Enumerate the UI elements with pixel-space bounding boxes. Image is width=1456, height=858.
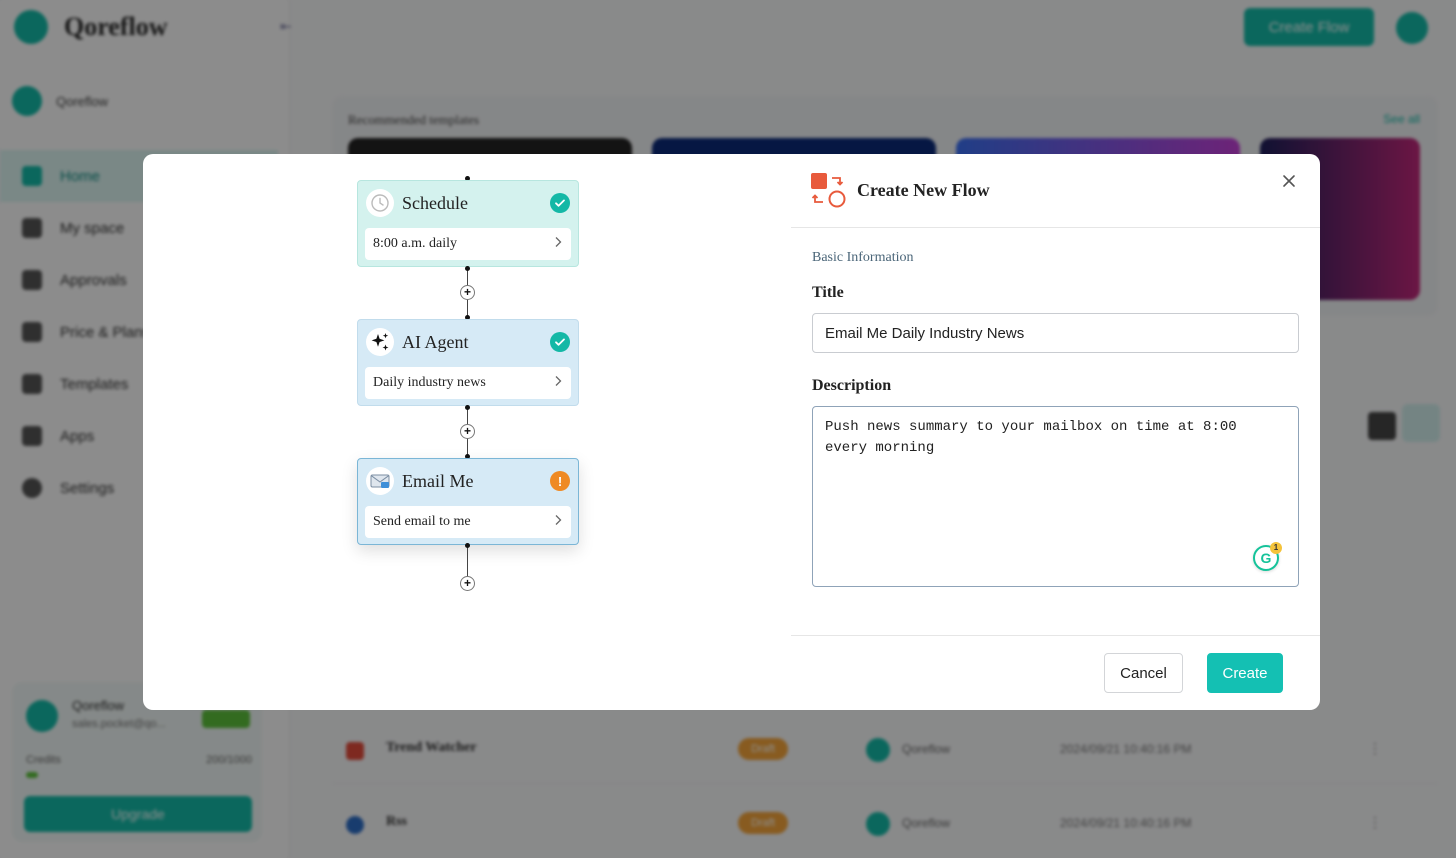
connector-dot [465, 543, 470, 548]
check-icon [550, 193, 570, 213]
node-detail[interactable]: 8:00 a.m. daily [365, 228, 571, 260]
title-label: Title [812, 284, 844, 301]
sparkles-icon [366, 328, 394, 356]
modal-footer: Cancel Create [791, 635, 1320, 710]
grammarly-count: 1 [1270, 542, 1282, 554]
chevron-right-icon [553, 236, 563, 253]
node-detail[interactable]: Daily industry news [365, 367, 571, 399]
clock-icon [366, 189, 394, 217]
connector-dot [465, 266, 470, 271]
chevron-right-icon [553, 514, 563, 531]
create-flow-form: Create New Flow Basic Information Title … [791, 154, 1320, 710]
section-label: Basic Information [812, 250, 914, 265]
node-title: Email Me [402, 470, 474, 491]
modal-title: Create New Flow [857, 180, 990, 200]
flow-node-schedule[interactable]: Schedule 8:00 a.m. daily [357, 180, 579, 267]
warning-icon: ! [550, 471, 570, 491]
flow-preview: Schedule 8:00 a.m. daily + AI Agent Dail… [143, 154, 791, 710]
grammarly-icon[interactable]: G1 [1253, 542, 1282, 571]
create-flow-modal: Schedule 8:00 a.m. daily + AI Agent Dail… [143, 154, 1320, 710]
description-input[interactable]: Push news summary to your mailbox on tim… [812, 406, 1299, 587]
create-button[interactable]: Create [1207, 653, 1283, 693]
envelope-icon [366, 467, 394, 495]
description-label: Description [812, 377, 892, 394]
modal-header: Create New Flow [791, 154, 1320, 228]
add-step-button[interactable]: + [460, 285, 475, 300]
node-title: Schedule [402, 192, 468, 213]
title-input[interactable] [812, 313, 1299, 353]
flow-node-ai-agent[interactable]: AI Agent Daily industry news [357, 319, 579, 406]
close-icon[interactable] [1278, 171, 1300, 193]
chevron-right-icon [553, 375, 563, 392]
node-detail[interactable]: Send email to me [365, 506, 571, 538]
node-title: AI Agent [402, 331, 469, 352]
connector-dot [465, 405, 470, 410]
add-step-button[interactable]: + [460, 424, 475, 439]
flow-icon [810, 172, 846, 208]
flow-node-email-me[interactable]: Email Me ! Send email to me [357, 458, 579, 545]
cancel-button[interactable]: Cancel [1104, 653, 1183, 693]
add-step-button[interactable]: + [460, 576, 475, 591]
check-icon [550, 332, 570, 352]
